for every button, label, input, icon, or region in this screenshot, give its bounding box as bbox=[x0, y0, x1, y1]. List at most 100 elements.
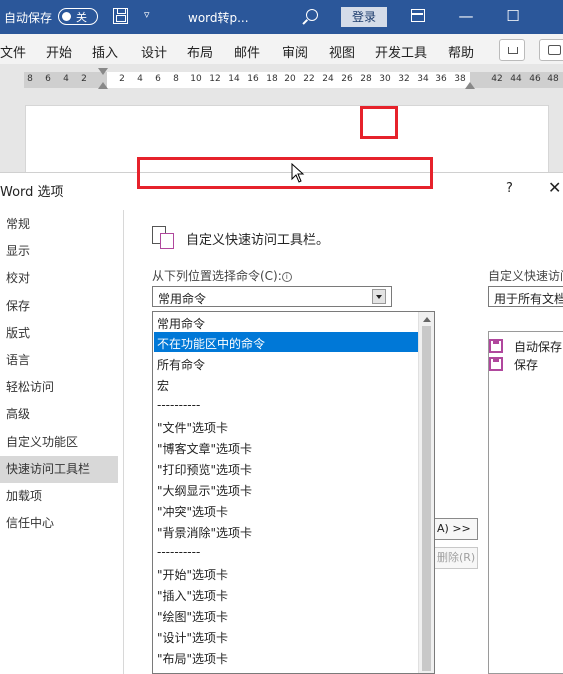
ruler-number: 6 bbox=[45, 74, 51, 84]
qat-commands-list[interactable]: 自动保存 保存 bbox=[488, 331, 563, 674]
add-button[interactable]: A) >> bbox=[430, 518, 478, 540]
qat-scope-value: 用于所有文档 bbox=[494, 292, 563, 306]
ruler-number: 36 bbox=[435, 74, 447, 84]
ruler-number: 44 bbox=[510, 74, 522, 84]
customize-qat-label: 自定义快速访问 bbox=[488, 269, 563, 283]
nav-proofing[interactable]: 校对 bbox=[0, 265, 118, 292]
info-icon: i bbox=[281, 272, 292, 282]
dropdown-item-all[interactable]: 所有命令 bbox=[157, 356, 205, 373]
dropdown-item-outline-tab[interactable]: "大纲显示"选项卡 bbox=[157, 482, 252, 499]
ruler-number: 24 bbox=[322, 74, 334, 84]
qat-scope-combobox[interactable]: 用于所有文档 bbox=[488, 286, 563, 307]
tab-view[interactable]: 视图 bbox=[329, 42, 355, 61]
nav-save[interactable]: 保存 bbox=[0, 293, 118, 320]
dropdown-item-common[interactable]: 常用命令 bbox=[157, 315, 205, 332]
ruler-number: 28 bbox=[360, 74, 372, 84]
title-bar: 自动保存 关 ▿ word转p... 登录 — ☐ bbox=[0, 0, 563, 34]
options-nav: 常规 显示 校对 保存 版式 语言 轻松访问 高级 自定义功能区 快速访问工具栏… bbox=[0, 211, 118, 537]
ruler-number: 20 bbox=[284, 74, 296, 84]
nav-add-ins[interactable]: 加载项 bbox=[0, 483, 118, 510]
dropdown-item-macros[interactable]: 宏 bbox=[157, 377, 169, 394]
scroll-up-icon[interactable] bbox=[423, 317, 431, 322]
nav-customize-ribbon[interactable]: 自定义功能区 bbox=[0, 429, 118, 456]
dropdown-item-print-preview-tab[interactable]: "打印预览"选项卡 bbox=[157, 461, 252, 478]
ruler-number: 30 bbox=[379, 74, 391, 84]
nav-display[interactable]: 显示 bbox=[0, 238, 118, 265]
nav-language-layout[interactable]: 版式 bbox=[0, 320, 118, 347]
nav-trust-center[interactable]: 信任中心 bbox=[0, 510, 118, 537]
dropdown-item-blog-tab[interactable]: "博客文章"选项卡 bbox=[157, 440, 252, 457]
document-title: word转p... bbox=[188, 11, 249, 25]
ruler-number: 32 bbox=[398, 74, 410, 84]
dropdown-item-insert-tab[interactable]: "插入"选项卡 bbox=[157, 587, 228, 604]
dropdown-item-not-in-ribbon[interactable]: 不在功能区中的命令 bbox=[157, 335, 265, 352]
nav-accessibility[interactable]: 轻松访问 bbox=[0, 374, 118, 401]
commands-dropdown-list[interactable]: 常用命令 不在功能区中的命令 所有命令 宏 ---------- "文件"选项卡… bbox=[152, 311, 435, 674]
dropdown-item-background-removal-tab[interactable]: "背景消除"选项卡 bbox=[157, 524, 252, 541]
ribbon-display-options-icon[interactable] bbox=[411, 9, 425, 22]
ruler-number: 26 bbox=[341, 74, 353, 84]
dialog-title: Word 选项 bbox=[0, 185, 64, 200]
nav-divider bbox=[123, 210, 124, 674]
dropdown-item-draw-tab[interactable]: "绘图"选项卡 bbox=[157, 608, 228, 625]
word-options-dialog: Word 选项 ? ✕ 常规 显示 校对 保存 版式 语言 轻松访问 高级 自定… bbox=[0, 172, 563, 674]
dropdown-item-conflicts-tab[interactable]: "冲突"选项卡 bbox=[157, 503, 228, 520]
ruler-number: 14 bbox=[228, 74, 240, 84]
tab-layout[interactable]: 布局 bbox=[187, 42, 213, 61]
toggle-knob bbox=[62, 11, 71, 21]
comments-button[interactable] bbox=[539, 39, 563, 61]
scrollbar-thumb[interactable] bbox=[422, 326, 431, 671]
nav-advanced[interactable]: 高级 bbox=[0, 401, 118, 428]
ruler-number: 22 bbox=[303, 74, 315, 84]
right-indent-marker[interactable] bbox=[465, 82, 475, 89]
chevron-down-icon[interactable] bbox=[372, 289, 386, 304]
tab-review[interactable]: 审阅 bbox=[282, 42, 308, 61]
autosave-toggle[interactable]: 关 bbox=[58, 8, 98, 25]
tab-developer[interactable]: 开发工具 bbox=[375, 42, 427, 61]
nav-general[interactable]: 常规 bbox=[0, 211, 118, 238]
login-button[interactable]: 登录 bbox=[341, 7, 387, 27]
close-icon[interactable]: ✕ bbox=[548, 178, 561, 197]
search-icon[interactable] bbox=[306, 9, 318, 21]
customize-qat-dropdown[interactable]: ▿ bbox=[144, 8, 150, 21]
remove-button[interactable]: 删除(R) bbox=[430, 547, 478, 569]
mouse-cursor-icon bbox=[291, 163, 305, 183]
combobox-value: 常用命令 bbox=[158, 292, 207, 306]
ruler-number: 18 bbox=[266, 74, 278, 84]
quick-access-toolbar-icon bbox=[152, 226, 178, 250]
share-button[interactable] bbox=[499, 39, 525, 61]
dropdown-item-file-tab[interactable]: "文件"选项卡 bbox=[157, 419, 228, 436]
ruler-number: 2 bbox=[81, 74, 87, 84]
choose-commands-combobox[interactable]: 常用命令 bbox=[152, 286, 392, 307]
dropdown-item-home-tab[interactable]: "开始"选项卡 bbox=[157, 566, 228, 583]
minimize-button[interactable]: — bbox=[456, 6, 476, 26]
ruler-number: 12 bbox=[209, 74, 221, 84]
toggle-state: 关 bbox=[76, 11, 87, 24]
save-icon[interactable] bbox=[113, 8, 128, 24]
tab-help[interactable]: 帮助 bbox=[448, 42, 474, 61]
autosave-label: 自动保存 bbox=[4, 11, 53, 25]
hanging-indent-marker[interactable] bbox=[98, 82, 108, 89]
first-line-indent-marker[interactable] bbox=[98, 68, 108, 75]
dropdown-item-design-tab[interactable]: "设计"选项卡 bbox=[157, 629, 228, 646]
save-icon bbox=[489, 339, 503, 353]
ruler-number: 8 bbox=[27, 74, 33, 84]
ruler-number: 10 bbox=[190, 74, 202, 84]
ruler-area: 8 6 4 2 2 4 6 8 10 12 14 16 18 20 22 24 … bbox=[0, 64, 563, 94]
save-icon bbox=[489, 357, 503, 371]
dropdown-scrollbar[interactable] bbox=[418, 312, 434, 673]
tab-design[interactable]: 设计 bbox=[141, 42, 167, 61]
ruler-number: 42 bbox=[491, 74, 503, 84]
ruler-number: 16 bbox=[247, 74, 259, 84]
tab-insert[interactable]: 插入 bbox=[92, 42, 118, 61]
nav-quick-access-toolbar[interactable]: 快速访问工具栏 bbox=[0, 455, 118, 483]
ribbon-tabs: 文件 开始 插入 设计 布局 邮件 审阅 视图 开发工具 帮助 bbox=[0, 34, 563, 64]
tab-mailings[interactable]: 邮件 bbox=[234, 42, 260, 61]
nav-language[interactable]: 语言 bbox=[0, 347, 118, 374]
tab-file[interactable]: 文件 bbox=[0, 42, 26, 61]
dropdown-separator: ---------- bbox=[157, 545, 201, 559]
dropdown-item-layout-tab[interactable]: "布局"选项卡 bbox=[157, 650, 228, 667]
maximize-button[interactable]: ☐ bbox=[503, 6, 523, 26]
help-button[interactable]: ? bbox=[506, 181, 513, 196]
tab-home[interactable]: 开始 bbox=[46, 42, 72, 61]
